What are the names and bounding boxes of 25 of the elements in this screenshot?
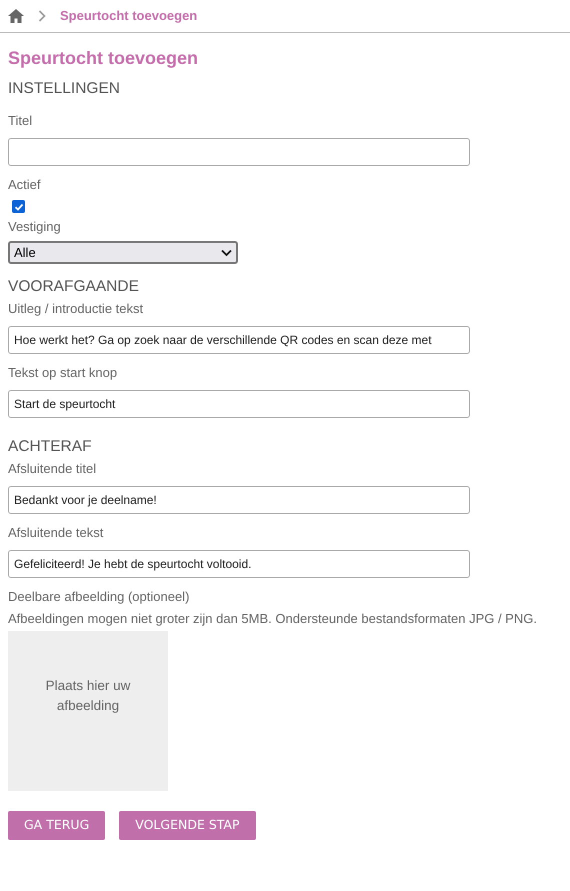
section-heading: VOORAFGAANDE <box>8 278 140 296</box>
field-label: Tekst op start knop <box>8 365 118 381</box>
home-icon[interactable] <box>8 9 24 23</box>
field-label: Vestiging <box>8 219 62 235</box>
text-field[interactable] <box>8 138 470 166</box>
field-label: Titel <box>8 113 34 129</box>
dropdown-select[interactable]: Alle <box>8 241 238 264</box>
text-field[interactable]: Bedankt voor je deelname! <box>8 486 470 514</box>
field-label: Actief <box>8 177 42 193</box>
field-label: Afsluitende tekst <box>8 525 104 541</box>
text-field[interactable]: Hoe werkt het? Ga op zoek naar de verschillende QR codes en scan deze met <box>8 326 470 354</box>
help-text: Afbeeldingen mogen niet groter zijn dan 5MB. Ondersteunde bestandsformaten JPG / PNG. <box>8 610 538 628</box>
field-label: Afsluitende titel <box>8 461 98 477</box>
page-title: Speurtocht toevoegen <box>8 47 200 70</box>
text-field[interactable]: Start de speurtocht <box>8 390 470 418</box>
section-heading: INSTELLINGEN <box>8 80 121 98</box>
field-label: Uitleg / introductie tekst <box>8 301 144 317</box>
checkbox[interactable] <box>12 200 25 213</box>
image-dropzone[interactable]: Plaats hier uw afbeelding <box>8 630 168 790</box>
chevron-right-icon <box>38 10 46 22</box>
section-heading: ACHTERAF <box>8 438 93 456</box>
text-field[interactable]: Gefeliciteerd! Je hebt de speurtocht voltooid. <box>8 550 470 578</box>
chevron-down-icon <box>221 248 232 256</box>
dropzone-text: Plaats hier uw afbeelding <box>44 676 132 715</box>
field-label: Deelbare afbeelding (optioneel) <box>8 589 190 605</box>
